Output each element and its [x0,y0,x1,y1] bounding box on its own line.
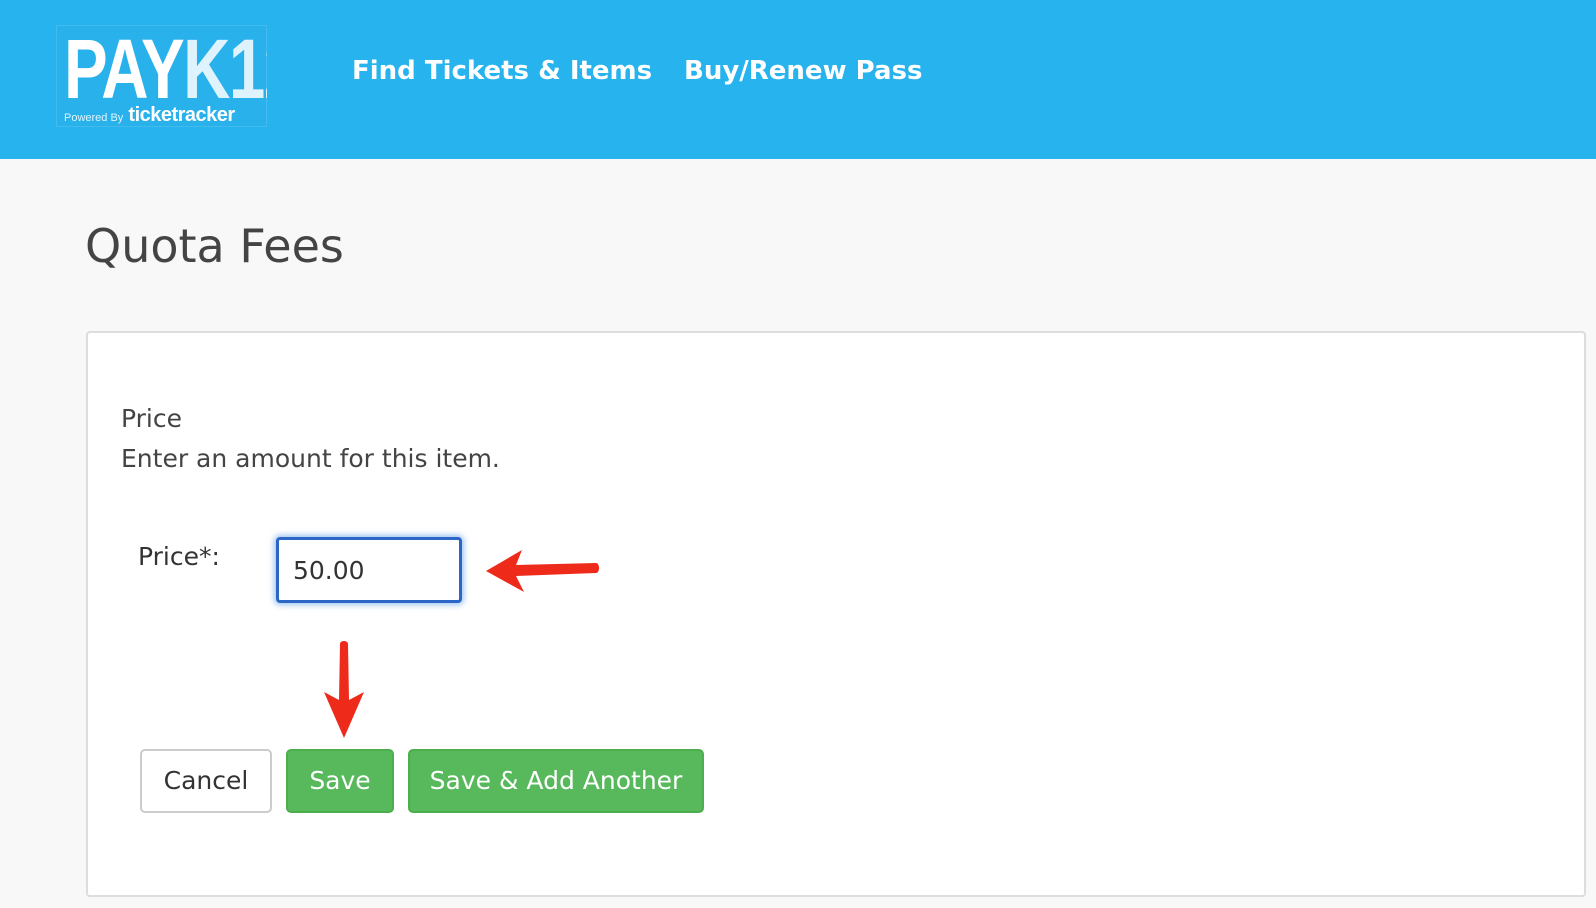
save-button[interactable]: Save [286,749,394,813]
logo-pay-text: PAY [64,25,185,116]
down-arrow-annotation-icon [324,641,364,738]
logo-tagline: Powered By ticketracker [64,104,235,127]
payk12-logo[interactable]: PAYK12 Powered By ticketracker [56,25,267,127]
price-input[interactable] [276,537,462,603]
nav-find-tickets-link[interactable]: Find Tickets & Items [352,54,652,88]
price-section-help-text: Enter an amount for this item. [121,444,500,473]
logo-powered-by-text: Powered By [64,112,124,124]
price-field-label: Price*: [138,542,220,571]
cancel-button[interactable]: Cancel [140,749,272,813]
nav-buy-renew-pass-link[interactable]: Buy/Renew Pass [684,54,923,88]
save-and-add-another-button[interactable]: Save & Add Another [408,749,704,813]
left-arrow-annotation-icon [486,550,599,592]
navbar: PAYK12 Powered By ticketracker Find Tick… [0,0,1596,159]
page-title: Quota Fees [85,219,344,273]
logo-k12-text: K12 [183,25,267,116]
logo-brand-text: ticketracker [128,104,235,126]
logo-wordmark: PAYK12 [64,25,267,115]
price-section-label: Price [121,404,182,433]
